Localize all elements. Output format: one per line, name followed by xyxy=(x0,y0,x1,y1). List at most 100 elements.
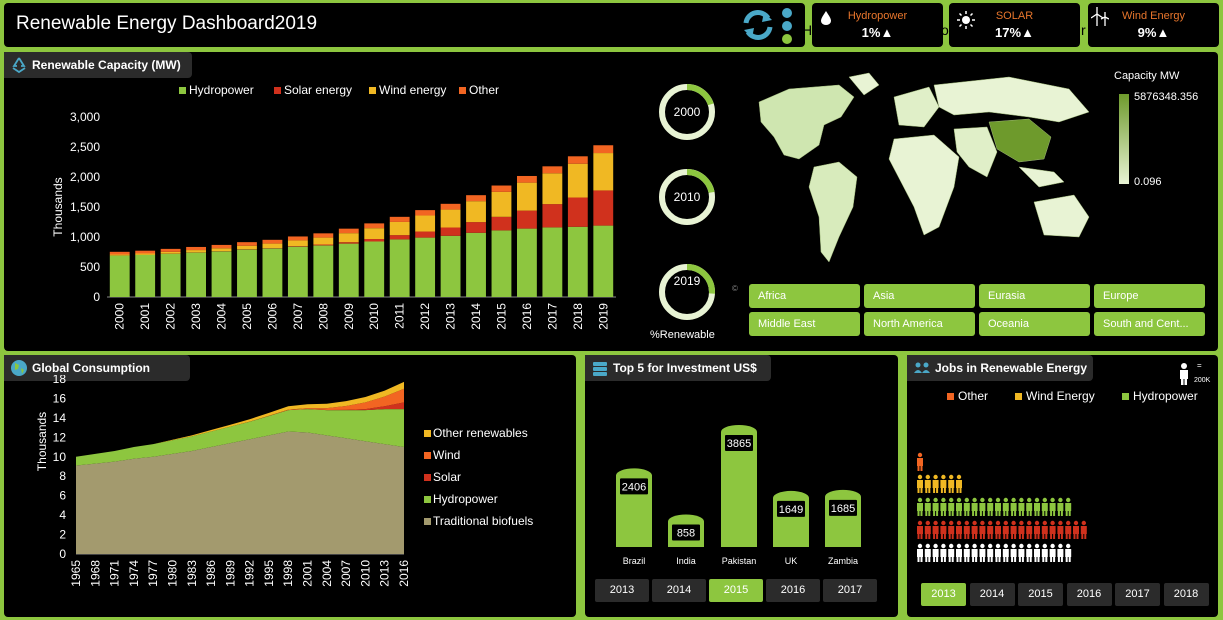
legend-label: Solar xyxy=(433,470,461,484)
person-head xyxy=(941,543,946,549)
person-leg xyxy=(1042,534,1045,539)
map-legend-title: Capacity MW xyxy=(1114,70,1180,82)
person-icon xyxy=(1041,497,1048,516)
kpi-value: 1%▲ xyxy=(861,25,894,40)
person-leg xyxy=(1021,557,1024,562)
person-body xyxy=(932,503,939,511)
person-leg xyxy=(967,511,970,516)
menu-dots-icon[interactable] xyxy=(780,6,794,46)
person-icon xyxy=(963,543,970,562)
jobs-year-2016[interactable]: 2016 xyxy=(1066,583,1112,606)
investment-year-2017[interactable]: 2017 xyxy=(823,579,877,602)
money-stack-icon xyxy=(593,362,607,376)
person-leg xyxy=(1065,557,1068,562)
y-tick-label: 14 xyxy=(53,411,67,425)
person-body xyxy=(1010,549,1017,557)
person-leg xyxy=(936,557,939,562)
person-leg xyxy=(1011,511,1014,516)
person-head xyxy=(1019,543,1024,549)
person-head xyxy=(917,520,923,526)
person-leg xyxy=(982,534,985,539)
person-leg xyxy=(1050,557,1053,562)
refresh-icon[interactable] xyxy=(740,8,776,42)
bar-segment xyxy=(542,227,563,297)
person-leg xyxy=(1018,511,1021,516)
person-icon xyxy=(987,497,994,516)
investment-year-2016[interactable]: 2016 xyxy=(766,579,820,602)
region-button-north-america[interactable]: North America xyxy=(864,312,975,336)
person-icon xyxy=(956,474,962,493)
person-body xyxy=(948,480,955,488)
person-leg xyxy=(972,511,975,516)
x-tick-label: 1965 xyxy=(69,560,83,587)
person-leg xyxy=(987,534,990,539)
person-head xyxy=(988,543,993,549)
person-body xyxy=(1010,503,1017,511)
person-leg xyxy=(998,511,1001,516)
legend-swatch xyxy=(424,474,431,481)
x-tick-label: 2013 xyxy=(378,560,392,587)
region-button-oceania[interactable]: Oceania xyxy=(979,312,1090,336)
person-head xyxy=(964,497,969,503)
region-button-africa[interactable]: Africa xyxy=(749,284,860,308)
person-leg xyxy=(1068,534,1071,539)
person-leg xyxy=(956,557,959,562)
investment-year-2013[interactable]: 2013 xyxy=(595,579,649,602)
person-leg xyxy=(987,557,990,562)
person-icon xyxy=(948,474,955,493)
jobs-year-2013[interactable]: 2013 xyxy=(921,583,966,606)
region-button-eurasia[interactable]: Eurasia xyxy=(979,284,1090,308)
person-head xyxy=(917,497,923,503)
investment-year-2015[interactable]: 2015 xyxy=(709,579,763,602)
person-leg xyxy=(1003,534,1006,539)
person-body xyxy=(932,549,939,557)
jobs-year-2014[interactable]: 2014 xyxy=(969,583,1015,606)
person-body xyxy=(1018,503,1025,511)
person-head xyxy=(941,520,946,526)
jobs-year-2015[interactable]: 2015 xyxy=(1018,583,1063,606)
person-body xyxy=(940,549,947,557)
region-button-europe[interactable]: Europe xyxy=(1094,284,1205,308)
bar-segment xyxy=(491,185,512,192)
jobs-year-2018[interactable]: 2018 xyxy=(1163,583,1209,606)
bar-segment xyxy=(364,241,385,297)
person-head xyxy=(1034,543,1040,549)
bar-segment xyxy=(160,251,181,254)
person-leg xyxy=(928,511,931,516)
person-leg xyxy=(948,511,951,516)
person-body xyxy=(1002,503,1009,511)
region-button-asia[interactable]: Asia xyxy=(864,284,975,308)
investment-year-2014[interactable]: 2014 xyxy=(652,579,706,602)
person-leg xyxy=(1021,511,1024,516)
renewable-donuts: 2000 2010 2019 xyxy=(659,84,715,320)
unit-value: 200K xyxy=(1194,377,1211,384)
x-tick-label: 2008 xyxy=(316,303,330,330)
region-button-middle-east[interactable]: Middle East xyxy=(749,312,860,336)
person-icon xyxy=(963,497,970,516)
person-icon xyxy=(979,497,986,516)
person-body xyxy=(1034,526,1040,534)
map-legend-gradient xyxy=(1119,94,1129,184)
person-leg xyxy=(1026,557,1029,562)
person-body xyxy=(956,526,962,534)
person-leg xyxy=(1014,557,1017,562)
region-button-south-and-cent-[interactable]: South and Cent... xyxy=(1094,312,1205,336)
jobs-title-tag: Jobs in Renewable Energy xyxy=(907,355,1093,381)
map-greenland xyxy=(848,72,880,96)
person-body xyxy=(1057,549,1064,557)
jobs-year-2017[interactable]: 2017 xyxy=(1115,583,1160,606)
person-body xyxy=(971,503,978,511)
y-tick-label: 500 xyxy=(80,260,100,274)
person-leg xyxy=(1014,534,1017,539)
investment-value-label: 1649 xyxy=(779,504,803,516)
person-leg xyxy=(1065,511,1068,516)
legend-label: Other xyxy=(469,83,499,97)
person-body xyxy=(1002,526,1009,534)
legend-swatch xyxy=(369,87,376,94)
legend-swatch xyxy=(459,87,466,94)
kpi-hydropower: Hydropower 1%▲ xyxy=(812,3,943,47)
person-leg xyxy=(1042,511,1045,516)
person-body xyxy=(1041,549,1048,557)
person-body xyxy=(1041,526,1048,534)
bar-segment xyxy=(440,227,461,236)
